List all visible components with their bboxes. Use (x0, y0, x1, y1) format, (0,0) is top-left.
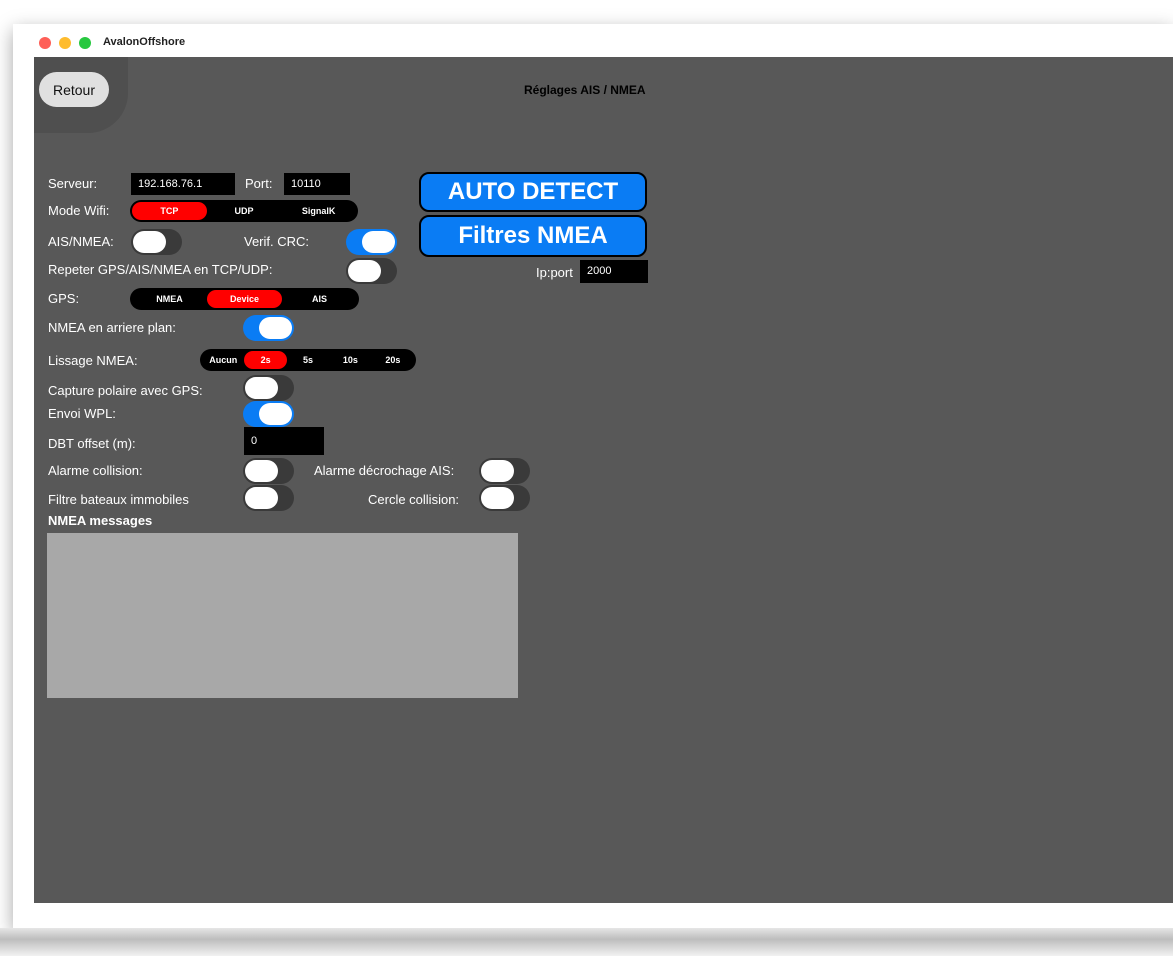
server-label: Serveur: (48, 176, 98, 191)
nmea-messages-log[interactable] (47, 533, 518, 698)
collision-alarm-toggle[interactable] (243, 458, 294, 484)
wpl-toggle[interactable] (243, 401, 294, 427)
smoothing-option-20s[interactable]: 20s (372, 351, 414, 369)
title-bar: AvalonOffshore (13, 24, 1173, 56)
window-shadow (0, 928, 1173, 956)
ais-dropout-alarm-toggle[interactable] (479, 458, 530, 484)
still-boats-filter-toggle[interactable] (243, 485, 294, 511)
gps-label: GPS: (48, 291, 80, 306)
collision-alarm-label: Alarme collision: (48, 463, 143, 478)
toggle-knob (481, 487, 514, 509)
wifi-mode-signalk[interactable]: SignalK (281, 202, 356, 220)
smoothing-option-2s[interactable]: 2s (244, 351, 287, 369)
toggle-knob (348, 260, 381, 282)
toggle-knob (133, 231, 166, 253)
background-toggle[interactable] (243, 315, 294, 341)
port-label: Port: (245, 176, 273, 191)
toggle-knob (245, 487, 278, 509)
polar-capture-toggle[interactable] (243, 375, 294, 401)
wifi-mode-tcp[interactable]: TCP (132, 202, 207, 220)
page-title: Réglages AIS / NMEA (524, 83, 646, 97)
dbt-offset-label: DBT offset (m): (48, 436, 136, 451)
wifi-mode-label: Mode Wifi: (48, 203, 110, 218)
smoothing-label: Lissage NMEA: (48, 353, 138, 368)
repeat-toggle[interactable] (346, 258, 397, 284)
smoothing-option-5s[interactable]: 5s (287, 351, 329, 369)
repeat-label: Repeter GPS/AIS/NMEA en TCP/UDP: (48, 262, 273, 277)
nmea-filters-button[interactable]: Filtres NMEA (419, 215, 647, 257)
ais-dropout-alarm-label: Alarme décrochage AIS: (314, 463, 455, 478)
ip-port-label: Ip:port (536, 265, 573, 280)
ip-port-input[interactable]: 2000 (580, 260, 648, 283)
smoothing-selector: Aucun 2s 5s 10s 20s (200, 349, 416, 371)
wifi-mode-selector: TCP UDP SignalK (130, 200, 358, 222)
auto-detect-button[interactable]: AUTO DETECT (419, 172, 647, 212)
toggle-knob (259, 317, 292, 339)
collision-circle-toggle[interactable] (479, 485, 530, 511)
dbt-offset-input[interactable]: 0 (244, 427, 324, 455)
gps-option-ais[interactable]: AIS (282, 290, 357, 308)
wifi-mode-udp[interactable]: UDP (207, 202, 282, 220)
toggle-knob (245, 377, 278, 399)
smoothing-option-10s[interactable]: 10s (329, 351, 371, 369)
background-label: NMEA en arriere plan: (48, 320, 176, 335)
gps-option-nmea[interactable]: NMEA (132, 290, 207, 308)
crc-check-toggle[interactable] (346, 229, 397, 255)
toggle-knob (362, 231, 395, 253)
ais-nmea-toggle[interactable] (131, 229, 182, 255)
close-window-button[interactable] (39, 37, 51, 49)
back-button[interactable]: Retour (39, 72, 109, 107)
minimize-window-button[interactable] (59, 37, 71, 49)
wpl-label: Envoi WPL: (48, 406, 116, 421)
smoothing-option-none[interactable]: Aucun (202, 351, 244, 369)
polar-capture-label: Capture polaire avec GPS: (48, 383, 203, 398)
port-input[interactable]: 10110 (284, 173, 350, 195)
gps-source-selector: NMEA Device AIS (130, 288, 359, 310)
toggle-knob (481, 460, 514, 482)
collision-circle-label: Cercle collision: (368, 492, 460, 507)
toggle-knob (245, 460, 278, 482)
still-boats-filter-label: Filtre bateaux immobiles (48, 492, 189, 507)
gps-option-device[interactable]: Device (207, 290, 282, 308)
zoom-window-button[interactable] (79, 37, 91, 49)
crc-check-label: Verif. CRC: (244, 234, 310, 249)
nmea-messages-title: NMEA messages (48, 513, 153, 528)
window-title: AvalonOffshore (103, 36, 186, 48)
server-input[interactable]: 192.168.76.1 (131, 173, 235, 195)
ais-nmea-label: AIS/NMEA: (48, 234, 114, 249)
settings-panel: Retour Réglages AIS / NMEA Serveur: 192.… (34, 57, 1173, 903)
toggle-knob (259, 403, 292, 425)
